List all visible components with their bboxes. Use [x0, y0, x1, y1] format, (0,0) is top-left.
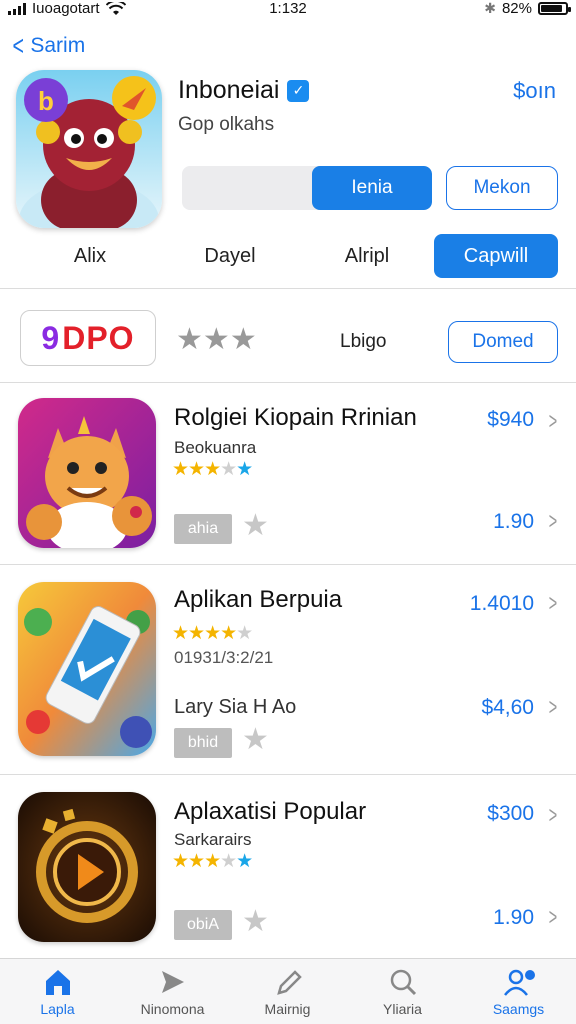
app-icon[interactable] — [18, 398, 156, 548]
chevron-right-icon[interactable]: > — [549, 508, 557, 536]
back-button[interactable]: < Sarim — [10, 32, 85, 60]
status-bar: Iuoagotart 1:132 ✱ 82% — [0, 0, 576, 18]
account-icon — [503, 969, 535, 996]
rating-stars: ★★★★★ — [172, 623, 253, 644]
tabbar-label: Ninomona — [140, 1001, 205, 1017]
status-right: ✱ 82% — [484, 0, 571, 17]
item-secondary-price[interactable]: $4,60 — [481, 696, 534, 720]
star-icon[interactable]: ★ — [242, 904, 269, 939]
item-price[interactable]: 1.4010 — [470, 592, 534, 616]
svg-text:b: b — [38, 86, 54, 116]
chevron-right-icon[interactable]: > — [549, 904, 557, 932]
item-extra-line: Lary Sia H Ao — [174, 696, 297, 718]
secondary-button[interactable]: Mekon — [446, 166, 558, 210]
promo-label: Lbigo — [340, 331, 387, 352]
send-icon — [161, 971, 184, 993]
chevron-left-icon: < — [12, 30, 24, 61]
divider — [0, 382, 576, 383]
promo-stars: ★ ★ ★ — [176, 322, 257, 357]
item-subtitle: Sarkarairs — [174, 830, 252, 849]
divider — [0, 288, 576, 289]
verified-icon: ✓ — [287, 79, 310, 102]
star-icon[interactable]: ★ — [242, 508, 269, 543]
divider — [0, 564, 576, 565]
promo-logo-mark: 9 — [41, 319, 61, 356]
item-title: Aplaxatisi Popular — [174, 798, 367, 825]
item-subtitle: 01931/3:2/21 — [174, 648, 274, 667]
list-item[interactable]: Rolgiei Kiopain Rrinian Beokuanra ★★★★★ … — [0, 396, 576, 562]
item-price[interactable]: $940 — [487, 408, 534, 432]
pencil-icon — [276, 970, 302, 995]
item-title: Aplikan Berpuia — [174, 586, 343, 613]
list-item[interactable]: Aplaxatisi Popular Sarkarairs ★★★★★ $300… — [0, 788, 576, 954]
search-icon — [390, 969, 416, 996]
tabbar-item-send[interactable]: Ninomona — [115, 959, 230, 1024]
app-icon[interactable] — [18, 582, 156, 756]
item-badge: ahia — [174, 514, 232, 544]
chevron-right-icon[interactable]: > — [549, 408, 557, 436]
star-icon[interactable]: ★ — [242, 722, 269, 757]
tabbar-item-edit[interactable]: Mairnig — [230, 959, 345, 1024]
rating-stars: ★★★★★ — [172, 459, 253, 480]
tabbar-label: Lapla — [40, 1001, 75, 1017]
tabbar-item-account[interactable]: Saamgs — [461, 959, 576, 1024]
star-icon: ★ — [229, 323, 257, 356]
item-badge: bhid — [174, 728, 232, 758]
item-secondary-price[interactable]: 1.90 — [493, 510, 534, 534]
tab-4-active[interactable]: Capwill — [434, 234, 558, 278]
app-icon[interactable] — [18, 792, 156, 942]
tab-2[interactable]: Dayel — [178, 234, 282, 278]
tab-1[interactable]: Alix — [40, 234, 140, 278]
item-title: Rolgiei Kiopain Rrinian — [174, 404, 417, 431]
item-subtitle: Beokuanra — [174, 438, 257, 457]
category-tabs: Alix Dayel Alripl Capwill — [0, 234, 576, 278]
star-icon: ★ — [202, 323, 230, 356]
bottom-tab-bar: Lapla Ninomona Mairnig Yliaria Saamgs — [0, 958, 576, 1024]
chevron-right-icon[interactable]: > — [549, 802, 557, 830]
tab-3[interactable]: Alripl — [316, 234, 418, 278]
back-label: Sarim — [30, 34, 86, 57]
item-price[interactable]: $300 — [487, 802, 534, 826]
promo-logo[interactable]: 9 DPO — [20, 310, 156, 366]
item-secondary-price[interactable]: 1.90 — [493, 906, 534, 930]
bluetooth-icon: ✱ — [484, 0, 496, 16]
battery-icon — [538, 2, 571, 15]
tabbar-item-search[interactable]: Yliaria — [345, 959, 460, 1024]
app-title: Inboneiai ✓ — [178, 76, 310, 105]
app-subtitle: Gop olkahs — [178, 114, 275, 135]
item-badge: obiA — [174, 910, 232, 940]
divider — [0, 774, 576, 775]
promo-button[interactable]: Domed — [448, 321, 558, 363]
rating-stars: ★★★★★ — [172, 851, 253, 872]
battery-percent: 82% — [501, 0, 532, 17]
tabbar-label: Mairnig — [264, 1001, 311, 1017]
segmented-control[interactable]: Ienia — [182, 166, 432, 210]
star-icon: ★ — [176, 323, 203, 356]
app-price[interactable]: $oın — [513, 78, 556, 104]
tabbar-item-home[interactable]: Lapla — [0, 959, 115, 1024]
tabbar-label: Saamgs — [492, 1001, 545, 1017]
list-item[interactable]: Aplikan Berpuia ★★★★★ 01931/3:2/21 1.401… — [0, 578, 576, 772]
app-title-text: Inboneiai — [178, 76, 280, 104]
segment-active[interactable]: Ienia — [312, 166, 432, 210]
tabbar-label: Yliaria — [383, 1001, 422, 1017]
home-icon — [45, 970, 70, 995]
app-icon[interactable]: b — [16, 70, 162, 228]
promo-logo-text: DPO — [62, 319, 135, 356]
chevron-right-icon[interactable]: > — [549, 694, 557, 722]
chevron-right-icon[interactable]: > — [549, 590, 557, 618]
